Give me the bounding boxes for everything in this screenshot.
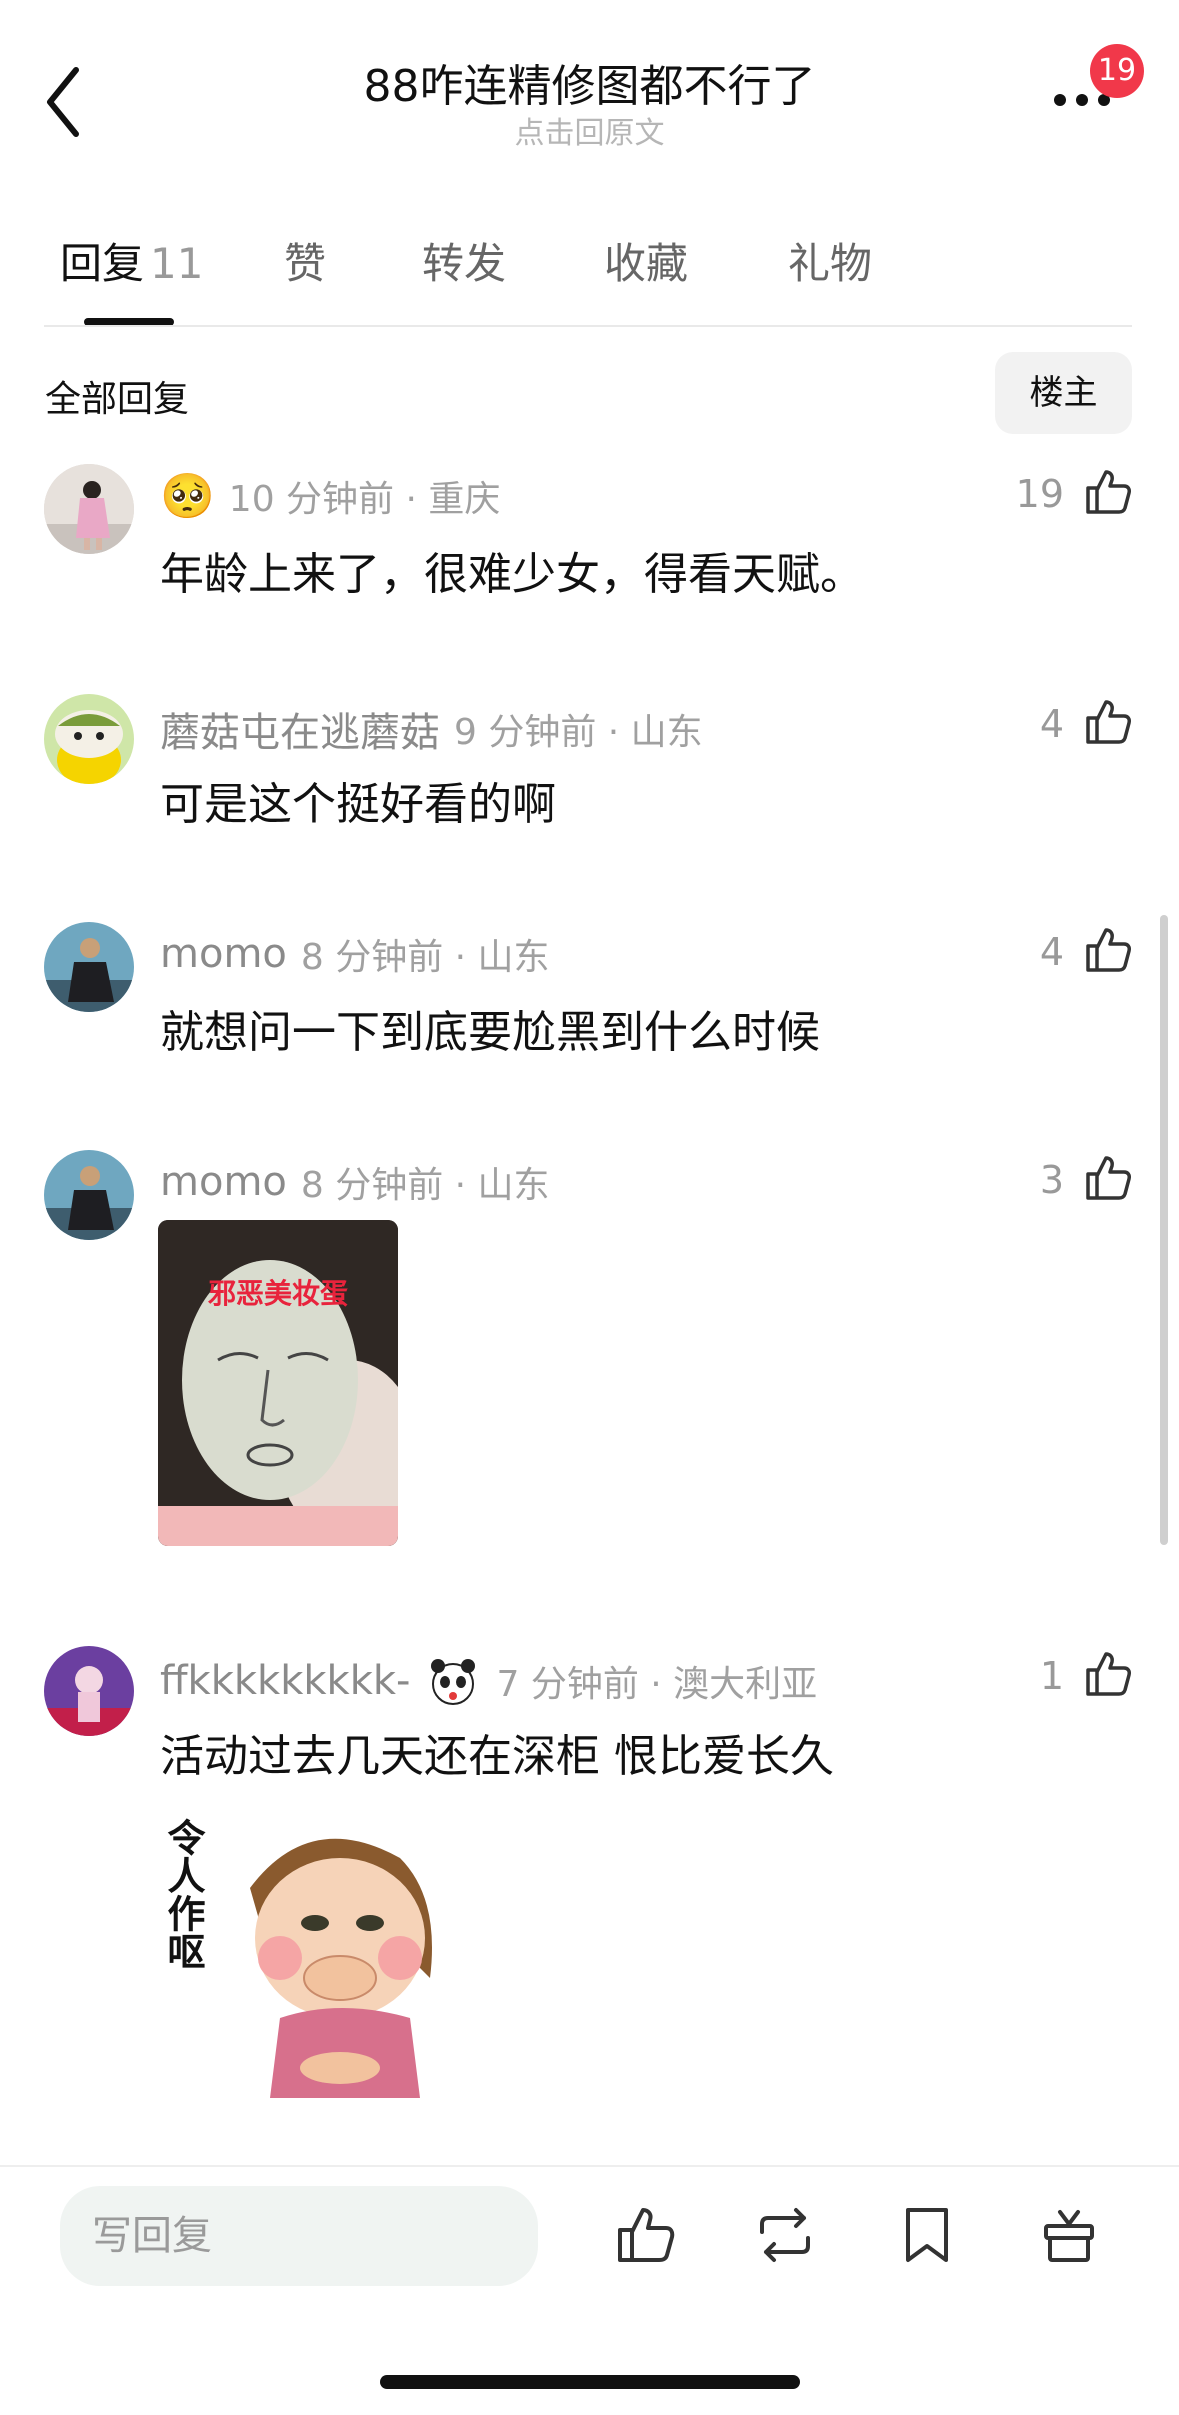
comment-time: 10 分钟前 · 重庆 (228, 479, 501, 520)
tab-reposts[interactable]: 转发 (422, 230, 506, 291)
like-icon[interactable] (612, 2202, 678, 2268)
section-title: 全部回复 (45, 379, 190, 420)
pleading-face-emoji-icon: 🥺 (160, 471, 215, 522)
comment-text: 年龄上来了，很难少女，得看天赋。 (160, 549, 864, 600)
comment-meta: 蘑菇屯在逃蘑菇 9 分钟前 · 山东 (160, 700, 713, 758)
comment-text: 活动过去几天还在深柜 恨比爱长久 (160, 1731, 834, 1782)
avatar[interactable] (44, 464, 134, 554)
like-count: 4 (1039, 930, 1064, 974)
scrollbar[interactable] (1160, 915, 1168, 1545)
thumbs-up-icon[interactable] (1082, 1648, 1134, 1700)
username[interactable]: momo (160, 931, 287, 977)
comment-time: 8 分钟前 · 山东 (300, 1165, 550, 1206)
back-to-original-link[interactable]: 点击回原文 (0, 108, 1179, 152)
avatar[interactable] (44, 1150, 134, 1240)
divider (44, 325, 1132, 327)
tab-gifts[interactable]: 礼物 (788, 230, 872, 291)
tab-label: 回复 (60, 239, 145, 288)
like-count: 4 (1039, 702, 1064, 746)
gift-icon[interactable] (1036, 2202, 1102, 2268)
like-count: 3 (1039, 1158, 1064, 1202)
like-count: 1 (1039, 1654, 1064, 1698)
comment-text: 就想问一下到底要尬黑到什么时候 (160, 1007, 820, 1058)
thumbs-up-icon[interactable] (1082, 696, 1134, 748)
notification-badge: 19 (1090, 44, 1144, 98)
comment-meta: ffkkkkkkkkk- 7 分钟前 · 澳大利亚 (160, 1652, 827, 1710)
page-title[interactable]: 88咋连精修图都不行了 (0, 50, 1179, 114)
owner-only-button[interactable]: 楼主 (995, 352, 1132, 434)
thumbs-up-icon[interactable] (1082, 1152, 1134, 1204)
comment-meta: momo 8 分钟前 · 山东 (160, 928, 560, 980)
comment-time: 9 分钟前 · 山东 (454, 712, 703, 753)
comment-image[interactable]: 邪恶美妆蛋 (158, 1220, 398, 1546)
avatar[interactable] (44, 1646, 134, 1736)
reply-input[interactable]: 写回复 (60, 2186, 538, 2286)
sticker-caption: 令人作呕 (161, 1818, 205, 1970)
comment-meta: momo 8 分钟前 · 山东 (160, 1156, 560, 1208)
tab-favorites[interactable]: 收藏 (604, 230, 688, 291)
username[interactable]: 蘑菇屯在逃蘑菇 (160, 700, 440, 758)
comment-time: 7 分钟前 · 澳大利亚 (496, 1664, 818, 1705)
avatar[interactable] (44, 922, 134, 1012)
username[interactable]: momo (160, 1159, 287, 1205)
tab-likes[interactable]: 赞 (284, 230, 326, 291)
reply-count: 11 (150, 239, 204, 288)
comment-text: 可是这个挺好看的啊 (160, 779, 556, 830)
panda-badge-icon (431, 1659, 476, 1705)
repost-icon[interactable] (752, 2202, 818, 2268)
divider (0, 2165, 1179, 2167)
tab-bar: 回复 11 赞 转发 收藏 礼物 (0, 230, 1179, 320)
image-caption: 邪恶美妆蛋 (207, 1277, 348, 1310)
thumbs-up-icon[interactable] (1082, 924, 1134, 976)
comment-meta: 🥺 10 分钟前 · 重庆 (160, 470, 510, 522)
username[interactable]: ffkkkkkkkkk- (160, 1658, 410, 1704)
sticker-image[interactable]: 令人作呕 (160, 1798, 490, 2098)
tab-replies[interactable]: 回复 11 (60, 230, 203, 291)
home-indicator[interactable] (380, 2375, 800, 2389)
thumbs-up-icon[interactable] (1082, 466, 1134, 518)
avatar[interactable] (44, 694, 134, 784)
bookmark-icon[interactable] (894, 2202, 960, 2268)
like-count: 19 (1015, 472, 1064, 516)
comment-time: 8 分钟前 · 山东 (300, 937, 550, 978)
